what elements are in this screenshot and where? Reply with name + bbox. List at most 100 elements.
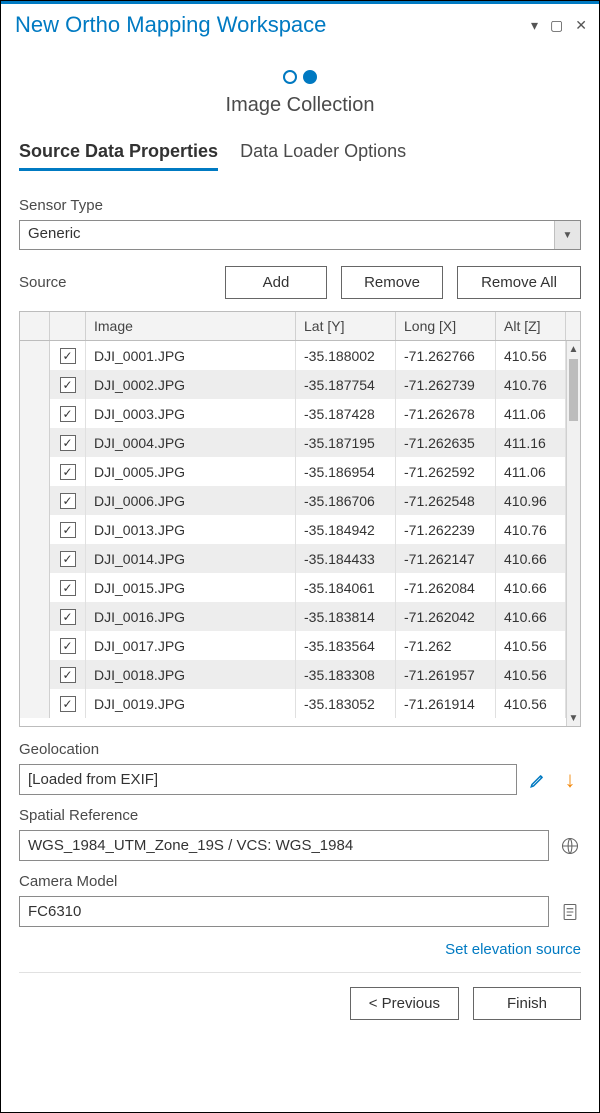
col-alt[interactable]: Alt [Z] [496, 312, 566, 340]
row-stub [20, 602, 50, 631]
cell-lon: -71.262 [396, 631, 496, 660]
scroll-down-icon[interactable]: ▼ [567, 710, 580, 726]
geolocation-label: Geolocation [19, 741, 581, 758]
maximize-icon[interactable]: ▢ [550, 17, 563, 34]
cell-lon: -71.262042 [396, 602, 496, 631]
scroll-track[interactable] [567, 357, 580, 710]
close-icon[interactable]: ✕ [575, 17, 587, 34]
cell-image: DJI_0018.JPG [86, 660, 296, 689]
row-stub [20, 486, 50, 515]
finish-button[interactable]: Finish [473, 987, 581, 1020]
cell-image: DJI_0019.JPG [86, 689, 296, 718]
table-row[interactable]: ✓DJI_0018.JPG-35.183308-71.261957410.56 [20, 660, 580, 689]
dropdown-icon[interactable]: ▾ [531, 17, 538, 34]
cell-lat: -35.183564 [296, 631, 396, 660]
row-stub [20, 689, 50, 718]
row-checkbox[interactable]: ✓ [60, 667, 76, 683]
download-arrow-icon[interactable]: ↓ [559, 769, 581, 791]
row-checkbox[interactable]: ✓ [60, 435, 76, 451]
previous-button[interactable]: < Previous [350, 987, 459, 1020]
row-checkbox[interactable]: ✓ [60, 638, 76, 654]
table-row[interactable]: ✓DJI_0013.JPG-35.184942-71.262239410.76 [20, 515, 580, 544]
table-row[interactable]: ✓DJI_0014.JPG-35.184433-71.262147410.66 [20, 544, 580, 573]
cell-alt: 410.56 [496, 689, 566, 718]
col-lon[interactable]: Long [X] [396, 312, 496, 340]
row-stub [20, 631, 50, 660]
scroll-up-icon[interactable]: ▲ [567, 341, 580, 357]
camera-model-label: Camera Model [19, 873, 581, 890]
table-row[interactable]: ✓DJI_0001.JPG-35.188002-71.262766410.56 [20, 341, 580, 370]
col-scroll [566, 312, 582, 340]
row-checkbox[interactable]: ✓ [60, 377, 76, 393]
cell-lat: -35.187195 [296, 428, 396, 457]
cell-alt: 410.66 [496, 573, 566, 602]
step-dot-1[interactable] [283, 70, 297, 84]
row-checkbox[interactable]: ✓ [60, 406, 76, 422]
cell-alt: 410.66 [496, 602, 566, 631]
row-checkbox-cell: ✓ [50, 602, 86, 631]
globe-icon[interactable] [559, 835, 581, 857]
col-lat[interactable]: Lat [Y] [296, 312, 396, 340]
row-checkbox-cell: ✓ [50, 573, 86, 602]
row-stub [20, 341, 50, 370]
step-dot-2[interactable] [303, 70, 317, 84]
cell-lon: -71.262635 [396, 428, 496, 457]
cell-lon: -71.262239 [396, 515, 496, 544]
window-title: New Ortho Mapping Workspace [15, 12, 326, 38]
row-stub [20, 573, 50, 602]
cell-image: DJI_0015.JPG [86, 573, 296, 602]
chevron-down-icon: ▼ [554, 221, 580, 249]
add-button[interactable]: Add [225, 266, 327, 299]
spatial-ref-label: Spatial Reference [19, 807, 581, 824]
cell-lon: -71.261957 [396, 660, 496, 689]
cell-alt: 410.56 [496, 631, 566, 660]
table-row[interactable]: ✓DJI_0015.JPG-35.184061-71.262084410.66 [20, 573, 580, 602]
row-checkbox[interactable]: ✓ [60, 696, 76, 712]
cell-image: DJI_0016.JPG [86, 602, 296, 631]
table-row[interactable]: ✓DJI_0016.JPG-35.183814-71.262042410.66 [20, 602, 580, 631]
camera-model-input[interactable]: FC6310 [19, 896, 549, 927]
cell-image: DJI_0003.JPG [86, 399, 296, 428]
row-checkbox[interactable]: ✓ [60, 348, 76, 364]
row-checkbox[interactable]: ✓ [60, 464, 76, 480]
table-row[interactable]: ✓DJI_0003.JPG-35.187428-71.262678411.06 [20, 399, 580, 428]
row-stub [20, 660, 50, 689]
row-checkbox[interactable]: ✓ [60, 580, 76, 596]
elevation-link-row: Set elevation source [19, 941, 581, 958]
scroll-thumb[interactable] [569, 359, 578, 421]
table-row[interactable]: ✓DJI_0006.JPG-35.186706-71.262548410.96 [20, 486, 580, 515]
pencil-icon[interactable] [527, 769, 549, 791]
row-checkbox[interactable]: ✓ [60, 551, 76, 567]
tabs: Source Data Properties Data Loader Optio… [19, 141, 581, 173]
content: Image Collection Source Data Properties … [1, 44, 599, 1112]
footer: < Previous Finish [19, 987, 581, 1032]
tab-source-data-properties[interactable]: Source Data Properties [19, 141, 218, 171]
spatial-ref-input[interactable]: WGS_1984_UTM_Zone_19S / VCS: WGS_1984 [19, 830, 549, 861]
geolocation-field: [Loaded from EXIF] ↓ [19, 764, 581, 795]
tab-data-loader-options[interactable]: Data Loader Options [240, 141, 406, 171]
row-checkbox[interactable]: ✓ [60, 493, 76, 509]
cell-image: DJI_0001.JPG [86, 341, 296, 370]
remove-all-button[interactable]: Remove All [457, 266, 581, 299]
set-elevation-link[interactable]: Set elevation source [445, 941, 581, 958]
remove-button[interactable]: Remove [341, 266, 443, 299]
table-body: ✓DJI_0001.JPG-35.188002-71.262766410.56✓… [20, 341, 580, 726]
cell-lon: -71.262592 [396, 457, 496, 486]
cell-image: DJI_0013.JPG [86, 515, 296, 544]
camera-model-field: FC6310 [19, 896, 581, 927]
table-row[interactable]: ✓DJI_0005.JPG-35.186954-71.262592411.06 [20, 457, 580, 486]
row-checkbox[interactable]: ✓ [60, 609, 76, 625]
row-checkbox-cell: ✓ [50, 660, 86, 689]
properties-icon[interactable] [559, 901, 581, 923]
table-row[interactable]: ✓DJI_0004.JPG-35.187195-71.262635411.16 [20, 428, 580, 457]
sensor-type-select[interactable]: Generic ▼ [19, 220, 581, 250]
col-check [50, 312, 86, 340]
row-checkbox[interactable]: ✓ [60, 522, 76, 538]
cell-image: DJI_0005.JPG [86, 457, 296, 486]
geolocation-input[interactable]: [Loaded from EXIF] [19, 764, 517, 795]
table-row[interactable]: ✓DJI_0002.JPG-35.187754-71.262739410.76 [20, 370, 580, 399]
scrollbar[interactable]: ▲ ▼ [566, 341, 580, 726]
table-row[interactable]: ✓DJI_0017.JPG-35.183564-71.262410.56 [20, 631, 580, 660]
col-image[interactable]: Image [86, 312, 296, 340]
table-row[interactable]: ✓DJI_0019.JPG-35.183052-71.261914410.56 [20, 689, 580, 718]
